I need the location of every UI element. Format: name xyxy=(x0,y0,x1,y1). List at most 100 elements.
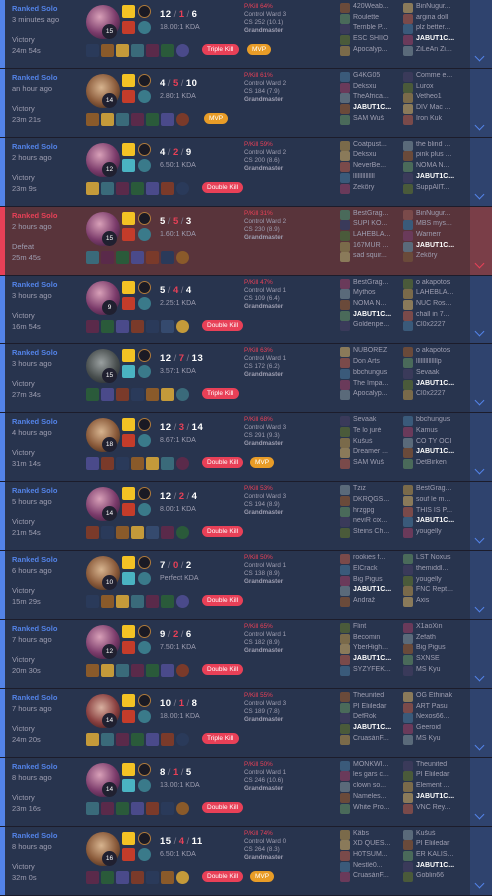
item-slot[interactable] xyxy=(161,801,174,815)
participant[interactable]: ART Pasu xyxy=(403,702,465,713)
item-slot[interactable] xyxy=(131,181,144,195)
participant[interactable]: JABUT1C... xyxy=(340,103,402,114)
participant[interactable]: Apocalyp... xyxy=(340,45,402,56)
participant[interactable]: Nameles... xyxy=(340,792,402,803)
participant[interactable]: Theunited xyxy=(403,760,465,771)
participant[interactable]: Cl0x2227 xyxy=(403,389,465,401)
item-slot[interactable] xyxy=(86,388,99,402)
participant[interactable]: clown so... xyxy=(340,781,402,793)
item-slot[interactable] xyxy=(101,457,114,471)
participant[interactable]: rookies f... xyxy=(340,553,402,565)
item-slot[interactable] xyxy=(131,250,144,264)
participant[interactable]: o akapotos xyxy=(403,346,465,358)
item-slot[interactable] xyxy=(161,870,174,884)
item-slot[interactable] xyxy=(131,664,144,678)
participant[interactable]: JABUT1C... xyxy=(403,172,465,183)
secondary-rune-icon[interactable] xyxy=(138,503,151,517)
item-slot[interactable] xyxy=(101,801,114,815)
trinket-item-slot[interactable] xyxy=(176,44,189,57)
participant[interactable]: JABUT1C... xyxy=(340,310,402,321)
participant[interactable]: yougelly xyxy=(403,575,465,586)
participant[interactable]: MS Kyu xyxy=(403,734,465,745)
summoner-spell-flash-icon[interactable] xyxy=(122,831,135,845)
item-slot[interactable] xyxy=(86,44,99,57)
expand-button[interactable] xyxy=(470,0,492,68)
match-row[interactable]: Ranked Solo 2 hours ago Defeat 25m 45s 1… xyxy=(0,206,492,276)
keystone-rune-icon[interactable] xyxy=(138,625,151,639)
item-slot[interactable] xyxy=(131,388,144,402)
participant[interactable]: bbchungus xyxy=(340,368,402,379)
item-slot[interactable] xyxy=(131,319,144,333)
item-slot[interactable] xyxy=(161,250,174,264)
summoner-spell-flash-icon[interactable] xyxy=(122,625,135,639)
item-slot[interactable] xyxy=(146,870,159,884)
participant[interactable]: FNC Rept... xyxy=(403,585,465,597)
summoner-spell-flash-icon[interactable] xyxy=(122,349,135,363)
summoner-spell-icon[interactable] xyxy=(122,21,135,34)
participant[interactable]: Zekõry xyxy=(340,183,402,194)
match-row[interactable]: Ranked Solo 7 hours ago Victory 24m 20s … xyxy=(0,688,492,758)
participant[interactable]: hrzgpg xyxy=(340,506,402,517)
match-row[interactable]: Ranked Solo 5 hours ago Victory 21m 54s … xyxy=(0,482,492,552)
secondary-rune-icon[interactable] xyxy=(138,778,151,792)
match-row[interactable]: Ranked Solo 3 hours ago Victory 27m 34s … xyxy=(0,344,492,414)
item-slot[interactable] xyxy=(116,457,129,471)
participant[interactable]: Warnerr xyxy=(403,230,465,242)
participant[interactable]: JABUT1C... xyxy=(403,792,465,803)
summoner-spell-icon[interactable] xyxy=(122,434,135,448)
participant[interactable]: llllllllllllllp xyxy=(403,357,465,369)
item-slot[interactable] xyxy=(131,457,144,471)
participant[interactable]: BestGrag... xyxy=(403,484,465,496)
item-slot[interactable] xyxy=(146,595,159,609)
participant[interactable]: DetBirken xyxy=(403,458,465,470)
participant[interactable]: White Pro... xyxy=(340,803,402,814)
participant[interactable]: BinNugur... xyxy=(403,209,465,220)
item-slot[interactable] xyxy=(101,319,114,333)
item-slot[interactable] xyxy=(161,319,174,333)
summoner-spell-flash-icon[interactable] xyxy=(122,556,135,570)
participant[interactable]: SYZYFEK... xyxy=(340,665,402,676)
item-slot[interactable] xyxy=(86,801,99,815)
item-slot[interactable] xyxy=(146,112,159,126)
match-row[interactable]: Ranked Solo 4 hours ago Victory 31m 14s … xyxy=(0,413,492,483)
keystone-rune-icon[interactable] xyxy=(138,556,151,570)
participant[interactable]: Sevaak xyxy=(403,368,465,379)
participant[interactable]: TheAfrica... xyxy=(340,92,402,104)
match-row[interactable]: Ranked Solo 6 hours ago Victory 15m 29s … xyxy=(0,551,492,621)
item-slot[interactable] xyxy=(86,526,99,540)
participant[interactable]: Deksxu xyxy=(340,82,402,93)
participant[interactable]: 420Weab... xyxy=(340,2,402,13)
summoner-spell-flash-icon[interactable] xyxy=(122,211,135,225)
summoner-spell-icon[interactable] xyxy=(122,709,135,723)
trinket-item-slot[interactable] xyxy=(176,801,189,815)
secondary-rune-icon[interactable] xyxy=(138,572,151,586)
participant[interactable]: Becomin xyxy=(340,633,402,644)
participant[interactable]: neviR cix... xyxy=(340,516,402,528)
item-slot[interactable] xyxy=(161,112,174,126)
match-row[interactable]: Ranked Solo 8 hours ago Victory 32m 0s 1… xyxy=(0,826,492,896)
trinket-item-slot[interactable] xyxy=(176,250,189,264)
participant[interactable]: Terrible P... xyxy=(340,23,402,35)
item-slot[interactable] xyxy=(116,44,129,57)
secondary-rune-icon[interactable] xyxy=(138,641,151,655)
expand-button[interactable] xyxy=(470,757,492,826)
participant[interactable]: NOMA N... xyxy=(403,161,465,173)
keystone-rune-icon[interactable] xyxy=(138,831,151,845)
item-slot[interactable] xyxy=(131,44,144,57)
participant[interactable]: PI Eliiledar xyxy=(340,702,402,713)
trinket-item-slot[interactable] xyxy=(176,870,189,884)
summoner-spell-flash-icon[interactable] xyxy=(122,5,135,18)
participant[interactable]: Kušuś xyxy=(403,829,465,840)
participant[interactable]: Goldenpe... xyxy=(340,320,402,332)
participant[interactable]: Mythos xyxy=(340,288,402,300)
participant[interactable]: Coatpust... xyxy=(340,140,402,151)
participant[interactable]: XD QUES... xyxy=(340,839,402,851)
item-slot[interactable] xyxy=(101,870,114,884)
item-slot[interactable] xyxy=(116,870,129,884)
participant[interactable]: chall in 7... xyxy=(403,310,465,321)
participant[interactable]: ESC SHIIO xyxy=(340,34,402,46)
participant[interactable]: Goblin66 xyxy=(403,871,465,883)
participant[interactable]: DIV Mac ... xyxy=(403,103,465,114)
item-slot[interactable] xyxy=(86,457,99,471)
item-slot[interactable] xyxy=(131,112,144,126)
